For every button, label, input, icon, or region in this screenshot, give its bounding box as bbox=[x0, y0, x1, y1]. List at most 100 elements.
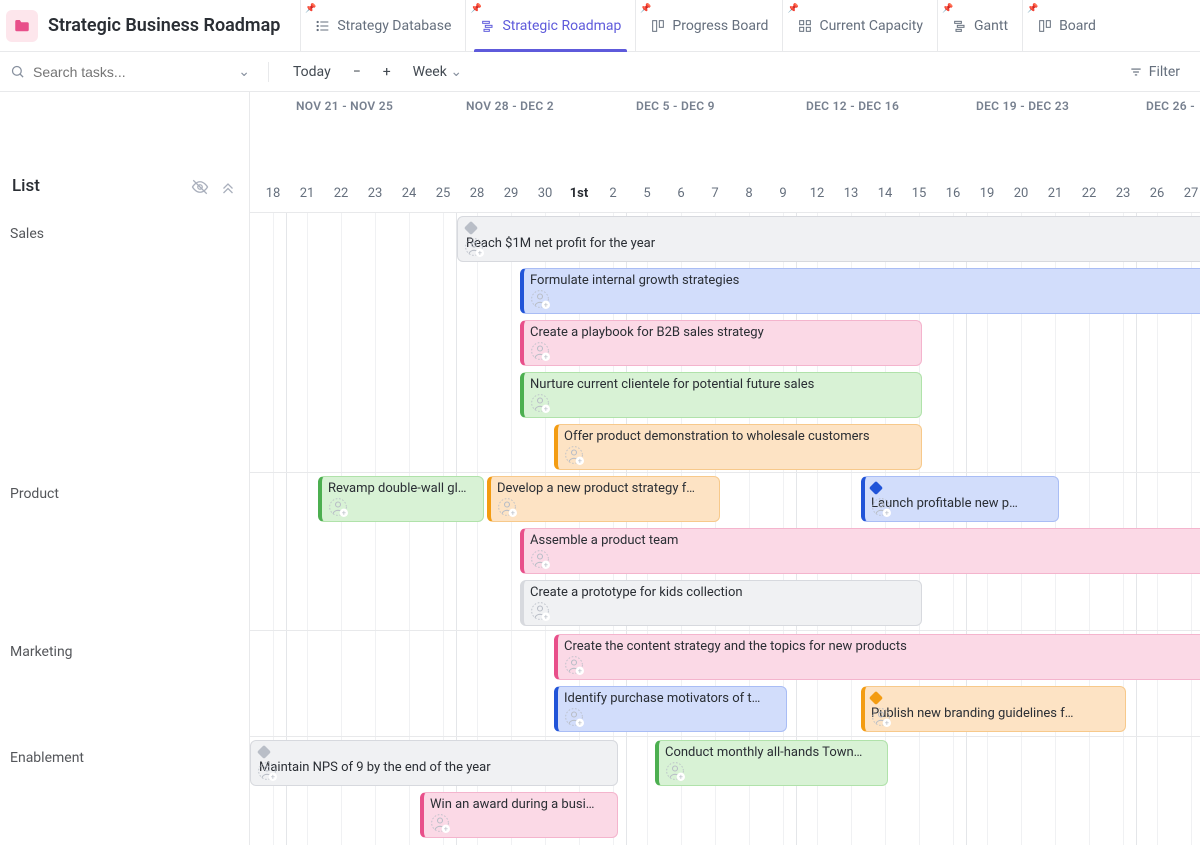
search-icon bbox=[10, 64, 25, 79]
assignee-add-icon[interactable]: + bbox=[530, 393, 550, 413]
task-label: Create the content strategy and the topi… bbox=[564, 639, 1200, 654]
day-label: 25 bbox=[426, 186, 460, 201]
view-mode-select[interactable]: Week ⌄ bbox=[407, 60, 468, 84]
day-label: 5 bbox=[630, 186, 664, 201]
assignee-add-icon[interactable]: + bbox=[257, 761, 277, 781]
tab-label: Progress Board bbox=[672, 18, 768, 34]
day-label: 29 bbox=[494, 186, 528, 201]
assignee-add-icon[interactable]: + bbox=[564, 445, 584, 465]
task-bar[interactable]: Win an award during a busi…+ bbox=[420, 792, 618, 838]
assignee-add-icon[interactable]: + bbox=[665, 761, 685, 781]
search-input[interactable] bbox=[33, 64, 230, 80]
milestone-icon bbox=[869, 691, 883, 705]
day-label: 6 bbox=[664, 186, 698, 201]
svg-text:+: + bbox=[511, 508, 515, 517]
tab-progress-board[interactable]: 📌 Progress Board bbox=[635, 0, 782, 52]
milestone-icon bbox=[464, 221, 478, 235]
task-bar[interactable]: Publish new branding guidelines f…+ bbox=[861, 686, 1126, 732]
task-label: Reach $1M net profit for the year bbox=[466, 236, 1200, 251]
task-label: Maintain NPS of 9 by the end of the year bbox=[259, 760, 609, 775]
task-label: Conduct monthly all-hands Town… bbox=[665, 745, 879, 760]
task-bar[interactable]: Create a prototype for kids collection+ bbox=[520, 580, 922, 626]
task-bar[interactable]: Identify purchase motivators of t…+ bbox=[554, 686, 787, 732]
filter-button[interactable]: Filter bbox=[1119, 64, 1190, 80]
minus-button[interactable]: − bbox=[347, 60, 367, 84]
chevron-down-icon[interactable]: ⌄ bbox=[238, 64, 250, 80]
task-label: Identify purchase motivators of t… bbox=[564, 691, 778, 706]
pin-icon: 📌 bbox=[640, 4, 651, 14]
assignee-add-icon[interactable]: + bbox=[564, 707, 584, 727]
assignee-add-icon[interactable]: + bbox=[328, 497, 348, 517]
task-bar[interactable]: Launch profitable new p…+ bbox=[861, 476, 1059, 522]
assignee-add-icon[interactable]: + bbox=[530, 549, 550, 569]
group-sales[interactable]: Sales bbox=[0, 212, 54, 264]
task-label: Publish new branding guidelines f… bbox=[871, 706, 1117, 721]
day-label: 23 bbox=[358, 186, 392, 201]
assignee-add-icon[interactable]: + bbox=[430, 813, 450, 833]
tab-strategic-roadmap[interactable]: 📌Strategic Roadmap bbox=[465, 0, 635, 52]
task-bar[interactable]: Revamp double-wall gl…+ bbox=[318, 476, 484, 522]
svg-text:+: + bbox=[544, 404, 548, 413]
svg-text:+: + bbox=[578, 456, 582, 465]
assignee-add-icon[interactable]: + bbox=[464, 237, 484, 257]
assignee-add-icon[interactable]: + bbox=[530, 601, 550, 621]
pin-icon: 📌 bbox=[305, 4, 316, 14]
grid-icon bbox=[797, 18, 813, 34]
svg-text:+: + bbox=[544, 300, 548, 309]
tab-label: Strategic Roadmap bbox=[502, 18, 621, 34]
task-bar[interactable]: Maintain NPS of 9 by the end of the year… bbox=[250, 740, 618, 786]
task-bar[interactable]: Create a playbook for B2B sales strategy… bbox=[520, 320, 922, 366]
assignee-add-icon[interactable]: + bbox=[564, 655, 584, 675]
day-label: 14 bbox=[868, 186, 902, 201]
tab-label: Current Capacity bbox=[819, 18, 923, 34]
task-bar[interactable]: Formulate internal growth strategies+ bbox=[520, 268, 1200, 314]
day-label: 15 bbox=[902, 186, 936, 201]
assignee-add-icon[interactable]: + bbox=[871, 497, 891, 517]
week-label: DEC 26 - bbox=[1140, 92, 1195, 120]
tab-current-capacity[interactable]: 📌Current Capacity bbox=[782, 0, 937, 52]
task-bar[interactable]: Offer product demonstration to wholesale… bbox=[554, 424, 922, 470]
assignee-add-icon[interactable]: + bbox=[497, 497, 517, 517]
title-wrap: Strategic Business Roadmap bbox=[6, 10, 280, 42]
timeline: List SalesProductMarketingEnablement NOV… bbox=[0, 92, 1200, 845]
today-button[interactable]: Today bbox=[287, 60, 337, 84]
svg-text:+: + bbox=[271, 772, 275, 781]
tab-label: Board bbox=[1059, 18, 1096, 34]
task-label: Revamp double-wall gl… bbox=[328, 481, 475, 496]
day-label: 22 bbox=[1072, 186, 1106, 201]
assignee-add-icon[interactable]: + bbox=[871, 707, 891, 727]
task-bar[interactable]: Nurture current clientele for potential … bbox=[520, 372, 922, 418]
page-title: Strategic Business Roadmap bbox=[48, 15, 280, 36]
tab-strategy-database[interactable]: 📌Strategy Database bbox=[300, 0, 465, 52]
week-label: DEC 19 - DEC 23 bbox=[970, 92, 1069, 120]
header: Strategic Business Roadmap 📌Strategy Dat… bbox=[0, 0, 1200, 52]
tab-gantt[interactable]: 📌Gantt bbox=[937, 0, 1022, 52]
day-label: 24 bbox=[392, 186, 426, 201]
visibility-icon[interactable] bbox=[191, 178, 209, 196]
assignee-add-icon[interactable]: + bbox=[530, 289, 550, 309]
folder-icon[interactable] bbox=[6, 10, 38, 42]
plus-button[interactable]: + bbox=[377, 60, 397, 84]
day-label: 1st bbox=[562, 186, 596, 201]
group-product[interactable]: Product bbox=[0, 472, 69, 524]
task-label: Nurture current clientele for potential … bbox=[530, 377, 913, 392]
tab-board[interactable]: 📌 Board bbox=[1022, 0, 1110, 52]
task-bar[interactable]: Develop a new product strategy f…+ bbox=[487, 476, 720, 522]
group-marketing[interactable]: Marketing bbox=[0, 630, 83, 682]
day-label: 26 bbox=[1140, 186, 1174, 201]
task-bar[interactable]: Conduct monthly all-hands Town…+ bbox=[655, 740, 888, 786]
svg-text:+: + bbox=[544, 612, 548, 621]
tabs: 📌Strategy Database📌Strategic Roadmap📌Pro… bbox=[300, 0, 1194, 52]
task-bar[interactable]: Assemble a product team+ bbox=[520, 528, 1200, 574]
day-label: 16 bbox=[936, 186, 970, 201]
group-enablement[interactable]: Enablement bbox=[0, 736, 94, 788]
milestone-icon bbox=[869, 481, 883, 495]
grid[interactable]: NOV 14 - NOV 18NOV 21 - NOV 25NOV 28 - D… bbox=[250, 92, 1200, 845]
assignee-add-icon[interactable]: + bbox=[530, 341, 550, 361]
svg-text:+: + bbox=[578, 666, 582, 675]
pin-icon: 📌 bbox=[1027, 4, 1038, 14]
day-label: 30 bbox=[528, 186, 562, 201]
task-bar[interactable]: Reach $1M net profit for the year+ bbox=[457, 216, 1200, 262]
task-bar[interactable]: Create the content strategy and the topi… bbox=[554, 634, 1200, 680]
collapse-icon[interactable] bbox=[219, 178, 237, 196]
